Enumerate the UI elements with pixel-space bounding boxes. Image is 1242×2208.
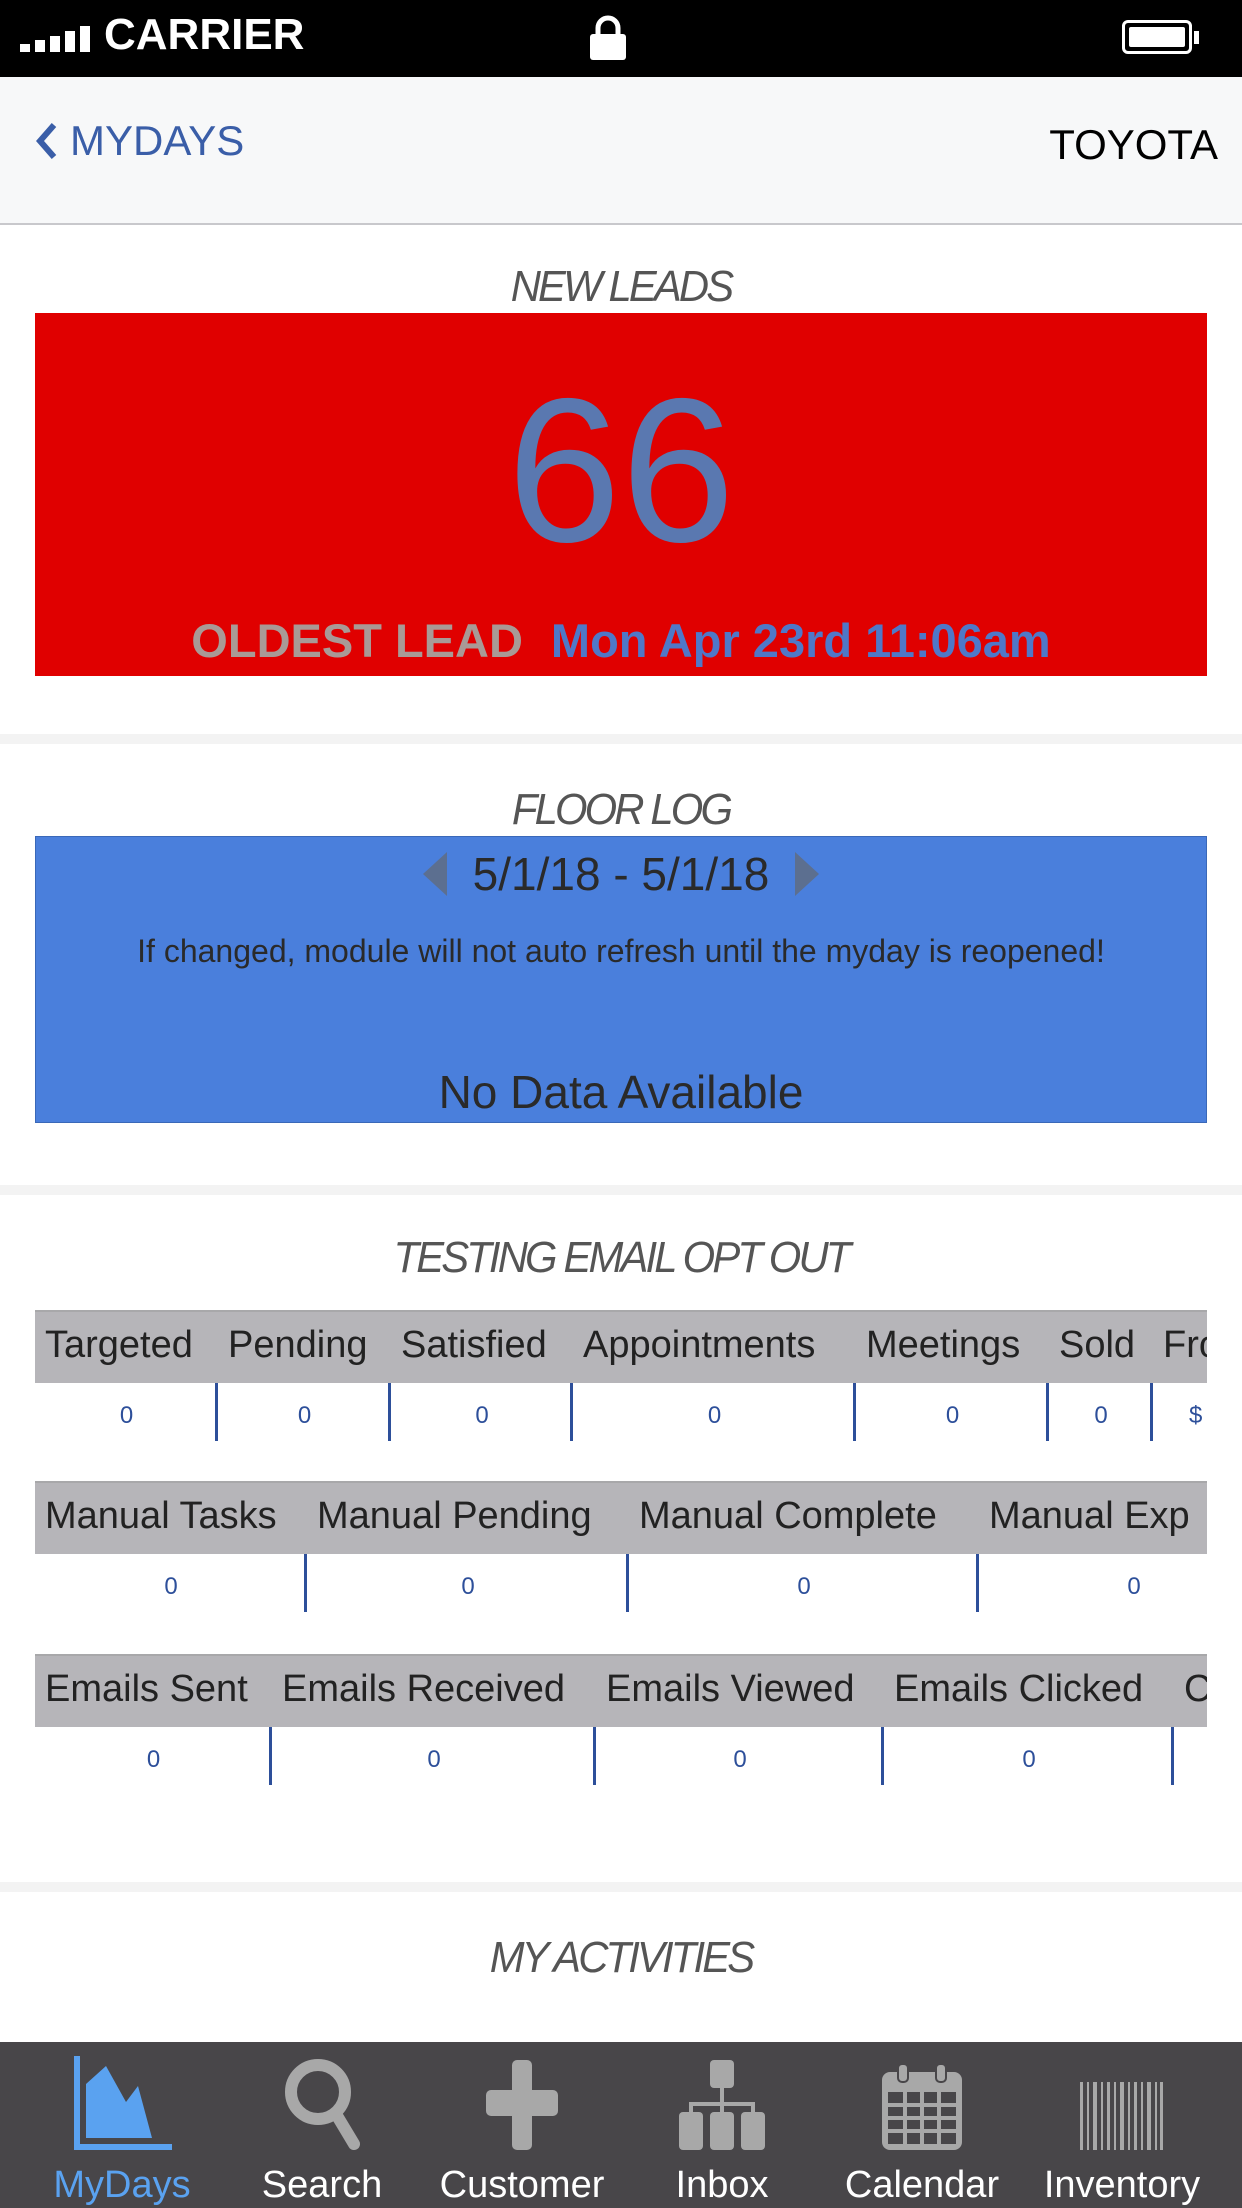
oldest-lead: OLDEST LEAD Mon Apr 23rd 11:06am: [35, 613, 1207, 668]
column-header: Manual Exp: [989, 1495, 1190, 1537]
column-header: Manual Pending: [317, 1495, 592, 1537]
column-value: 0: [119, 1402, 134, 1429]
column-header: Manual Tasks: [45, 1495, 277, 1537]
next-date-icon[interactable]: [795, 852, 820, 896]
stat-column: Emails Received 0: [272, 1654, 596, 1785]
stat-column: Targeted 0: [35, 1310, 218, 1441]
column-value: 0: [707, 1402, 722, 1429]
stat-column: Sold 0: [1049, 1310, 1153, 1441]
status-bar: CARRIER: [0, 0, 1242, 77]
no-data-message: No Data Available: [438, 1066, 804, 1118]
calendar-icon: [882, 2064, 962, 2150]
stat-column: Emails Clicked 0: [884, 1654, 1174, 1785]
nav-title: TOYOTA: [1049, 121, 1218, 168]
tab-label: Calendar: [844, 2164, 1000, 2206]
section-divider: [0, 1185, 1242, 1195]
column-value: 0: [1127, 1573, 1141, 1600]
barcode-icon: [1080, 2082, 1163, 2150]
stat-column: Pending 0: [218, 1310, 391, 1441]
stat-column: Satisfied 0: [391, 1310, 573, 1441]
area-chart-icon: [74, 2056, 172, 2150]
column-header: Pending: [228, 1324, 368, 1366]
back-button[interactable]: MYDAYS: [34, 117, 244, 165]
column-value: 0: [297, 1402, 312, 1429]
stat-column: Fro $: [1153, 1310, 1207, 1441]
section-divider: [0, 1882, 1242, 1892]
tab-inbox[interactable]: Inbox: [622, 2056, 822, 2207]
stat-column: Manual Tasks 0: [35, 1481, 307, 1612]
back-label: MYDAYS: [70, 117, 245, 164]
stat-column: Manual Pending 0: [307, 1481, 629, 1612]
stats-table-1[interactable]: Targeted 0 Pending 0 Satisfied 0 Appointmen…: [35, 1310, 1207, 1441]
stat-column: Manual Complete 0: [629, 1481, 979, 1612]
stat-column: Appointments 0: [573, 1310, 856, 1441]
oldest-lead-date: Mon Apr 23rd 11:06am: [550, 614, 1051, 667]
date-range-selector: 5/1/18 - 5/1/18: [36, 847, 1206, 901]
tab-label: Customer: [439, 2164, 605, 2206]
tab-customer[interactable]: Customer: [422, 2056, 622, 2207]
tab-mydays[interactable]: MyDays: [22, 2056, 222, 2207]
column-value: 0: [733, 1746, 747, 1773]
column-header: C: [1184, 1668, 1207, 1710]
carrier-label: CARRIER: [104, 10, 305, 59]
signal-icon: [20, 26, 90, 52]
column-header: Meetings: [866, 1324, 1021, 1366]
lock-icon: [590, 15, 626, 60]
org-chart-icon: [679, 2060, 765, 2150]
column-header: Emails Received: [282, 1668, 565, 1710]
stats-table-3[interactable]: Emails Sent 0 Emails Received 0 Emails Vie…: [35, 1654, 1207, 1785]
plus-icon: [486, 2060, 558, 2150]
stat-column: Meetings 0: [856, 1310, 1049, 1441]
tab-label: Inventory: [1043, 2164, 1201, 2206]
column-header: Appointments: [583, 1324, 816, 1366]
column-value: 0: [427, 1746, 441, 1773]
new-leads-card[interactable]: 66 OLDEST LEAD Mon Apr 23rd 11:06am: [35, 313, 1207, 676]
column-header: Emails Sent: [45, 1668, 248, 1710]
new-leads-title: NEW LEADS: [510, 262, 734, 311]
column-value: 0: [461, 1573, 475, 1600]
stat-column: C: [1174, 1654, 1207, 1785]
stats-table-2[interactable]: Manual Tasks 0 Manual Pending 0 Manual Com…: [35, 1481, 1207, 1612]
tab-label: MyDays: [53, 2164, 191, 2206]
date-range[interactable]: 5/1/18 - 5/1/18: [473, 847, 770, 901]
tab-label: Inbox: [675, 2164, 769, 2206]
column-value: 0: [164, 1573, 178, 1600]
floor-log-card: 5/1/18 - 5/1/18 If changed, module will …: [35, 836, 1207, 1123]
column-value: 0: [146, 1746, 161, 1773]
column-header: Sold: [1059, 1324, 1136, 1366]
column-value: 0: [945, 1402, 960, 1429]
column-header: Emails Viewed: [606, 1668, 855, 1710]
chevron-left-icon: [36, 123, 57, 159]
previous-date-icon[interactable]: [422, 852, 447, 896]
stat-column: Manual Exp 0: [979, 1481, 1207, 1612]
column-header: Manual Complete: [639, 1495, 937, 1537]
column-value: 0: [1022, 1746, 1036, 1773]
search-icon: [285, 2059, 360, 2150]
nav-bar: MYDAYS TOYOTA: [0, 77, 1242, 225]
new-leads-count: 66: [506, 356, 736, 585]
column-header: Satisfied: [401, 1324, 547, 1366]
floor-log-title: FLOOR LOG: [511, 785, 733, 834]
tab-label: Search: [261, 2164, 383, 2206]
tab-calendar[interactable]: Calendar: [822, 2056, 1022, 2207]
my-activities-title: MY ACTIVITIES: [489, 1933, 755, 1982]
column-value: $: [1189, 1402, 1203, 1429]
tab-inventory[interactable]: Inventory: [1022, 2056, 1222, 2207]
oldest-lead-label: OLDEST LEAD: [191, 614, 523, 667]
column-value: 0: [1094, 1402, 1108, 1429]
column-header: Targeted: [45, 1324, 193, 1366]
column-value: 0: [475, 1402, 489, 1429]
battery-icon: [1122, 20, 1199, 54]
tab-search[interactable]: Search: [222, 2056, 422, 2207]
refresh-note: If changed, module will not auto refresh…: [137, 933, 1105, 969]
stat-column: Emails Viewed 0: [596, 1654, 884, 1785]
column-header: Fro: [1163, 1324, 1207, 1366]
column-header: Emails Clicked: [894, 1668, 1144, 1710]
section-divider: [0, 734, 1242, 744]
stat-column: Emails Sent 0: [35, 1654, 272, 1785]
column-value: 0: [797, 1573, 811, 1600]
email-opt-out-title: TESTING EMAIL OPT OUT: [393, 1233, 852, 1282]
tab-bar: MyDays Search Customer Inbox Calendar In…: [0, 2042, 1242, 2208]
